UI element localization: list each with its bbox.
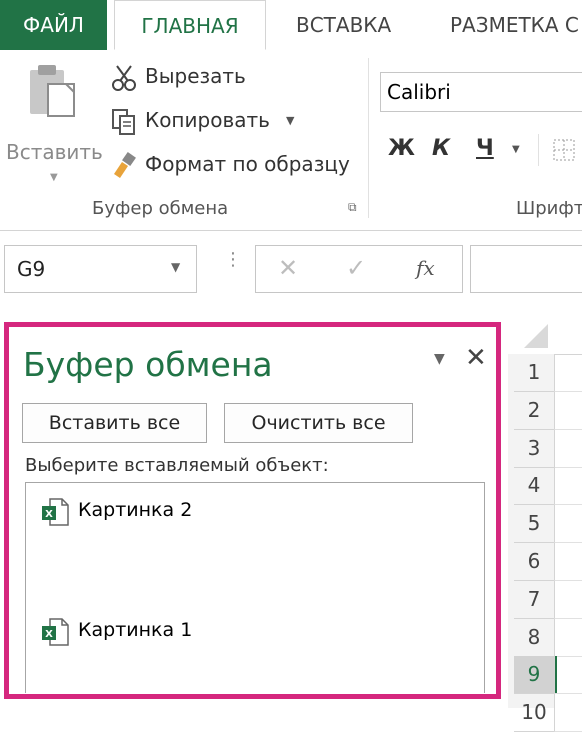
grid-cell[interactable] [554, 467, 582, 505]
ribbon-tab-bar: ФАЙЛ ГЛАВНАЯ ВСТАВКА РАЗМЕТКА С [0, 0, 582, 51]
paste-all-button[interactable]: Вставить все [22, 403, 207, 443]
tab-file[interactable]: ФАЙЛ [0, 0, 107, 50]
borders-icon[interactable] [552, 138, 576, 162]
clear-all-button[interactable]: Очистить все [224, 403, 413, 443]
font-name-value: Calibri [387, 80, 451, 104]
copy-icon [112, 109, 135, 135]
cut-label: Вырезать [145, 64, 246, 88]
clipboard-item[interactable]: X Картинка 2 [26, 495, 326, 526]
copy-button[interactable]: Копировать ▼ [108, 106, 308, 138]
underline-button[interactable]: Ч [476, 136, 494, 161]
formula-buttons: ✕ ✓ fx [255, 245, 463, 293]
row-header[interactable]: 8 [514, 619, 554, 657]
italic-button[interactable]: К [432, 136, 450, 161]
underline-dropdown-arrow-icon[interactable]: ▼ [512, 144, 520, 155]
close-pane-icon[interactable]: ✕ [465, 343, 487, 373]
clipboard-paste-icon [30, 65, 75, 117]
clipboard-dialog-launcher-icon[interactable]: ⧉ [348, 200, 357, 215]
tab-home[interactable]: ГЛАВНАЯ [114, 0, 266, 50]
row-header[interactable]: 7 [514, 581, 554, 619]
pane-options-arrow-icon[interactable]: ▼ [434, 351, 445, 367]
excel-file-icon: X [42, 498, 69, 526]
tab-insert[interactable]: ВСТАВКА [296, 0, 391, 50]
format-painter-label: Формат по образцу [145, 152, 350, 176]
row-header[interactable]: 6 [514, 543, 554, 581]
format-painter-brush-icon [114, 152, 136, 178]
copy-label: Копировать [145, 108, 270, 132]
font-name-combobox[interactable]: Calibri [380, 72, 582, 112]
ribbon: Вставить ▼ Вырезать Копировать ▼ Формат … [0, 50, 582, 231]
cut-button[interactable]: Вырезать [108, 62, 368, 94]
row-header[interactable]: 9 [514, 656, 557, 694]
svg-text:X: X [45, 509, 53, 520]
row-header[interactable]: 1 [514, 354, 554, 392]
paste-button[interactable]: Вставить ▼ [4, 60, 103, 185]
grid-cell[interactable] [554, 581, 582, 619]
pane-title: Буфер обмена [23, 345, 273, 384]
insert-function-button[interactable]: fx [416, 256, 435, 280]
name-box[interactable]: G9 ▼ [4, 245, 197, 293]
select-all-corner[interactable] [508, 316, 582, 355]
clipboard-group-label: Буфер обмена [92, 198, 229, 219]
clipboard-task-pane: Буфер обмена ▼ ✕ Вставить все Очистить в… [4, 322, 501, 699]
bold-button[interactable]: Ж [388, 136, 415, 161]
grid-cell[interactable] [554, 430, 582, 468]
grid-cell[interactable] [554, 354, 582, 392]
copy-dropdown-arrow-icon[interactable]: ▼ [286, 114, 294, 127]
row-header[interactable]: 3 [514, 430, 554, 468]
clipboard-item-list: X Картинка 2 X Картинка 1 [25, 482, 485, 693]
row-header[interactable]: 10 [514, 694, 554, 732]
grid-cell[interactable] [554, 656, 582, 694]
name-box-dropdown-arrow-icon[interactable]: ▼ [171, 260, 180, 274]
paste-label: Вставить [6, 140, 103, 164]
formula-bar-resize-handle-icon[interactable]: ⋮ [224, 251, 242, 269]
grid-cell[interactable] [554, 619, 582, 657]
cancel-entry-button[interactable]: ✕ [278, 254, 298, 282]
row-header[interactable]: 5 [514, 505, 554, 543]
grid-cell[interactable] [554, 505, 582, 543]
format-painter-button[interactable]: Формат по образцу [108, 148, 358, 180]
scissors-icon [112, 65, 136, 91]
svg-text:X: X [45, 629, 53, 640]
formula-input[interactable] [470, 245, 582, 293]
pane-prompt: Выберите вставляемый объект: [25, 455, 329, 476]
paste-dropdown-arrow-icon[interactable]: ▼ [50, 172, 58, 183]
row-header[interactable]: 4 [514, 467, 554, 505]
excel-file-icon: X [42, 618, 69, 646]
grid-cell[interactable] [554, 392, 582, 430]
grid-cell[interactable] [554, 543, 582, 581]
grid-cell[interactable] [554, 694, 582, 732]
clipboard-item-label: Картинка 1 [78, 619, 193, 641]
ribbon-group-divider [368, 58, 369, 218]
clipboard-item[interactable]: X Картинка 1 [26, 615, 326, 646]
font-group-label: Шрифт [516, 198, 582, 219]
name-box-value: G9 [17, 257, 46, 281]
select-all-triangle-icon [524, 324, 548, 348]
clipboard-item-label: Картинка 2 [78, 499, 193, 521]
tab-page-layout[interactable]: РАЗМЕТКА С [450, 0, 579, 50]
font-button-divider [538, 134, 539, 166]
confirm-entry-button[interactable]: ✓ [346, 254, 366, 282]
row-header[interactable]: 2 [514, 392, 554, 430]
